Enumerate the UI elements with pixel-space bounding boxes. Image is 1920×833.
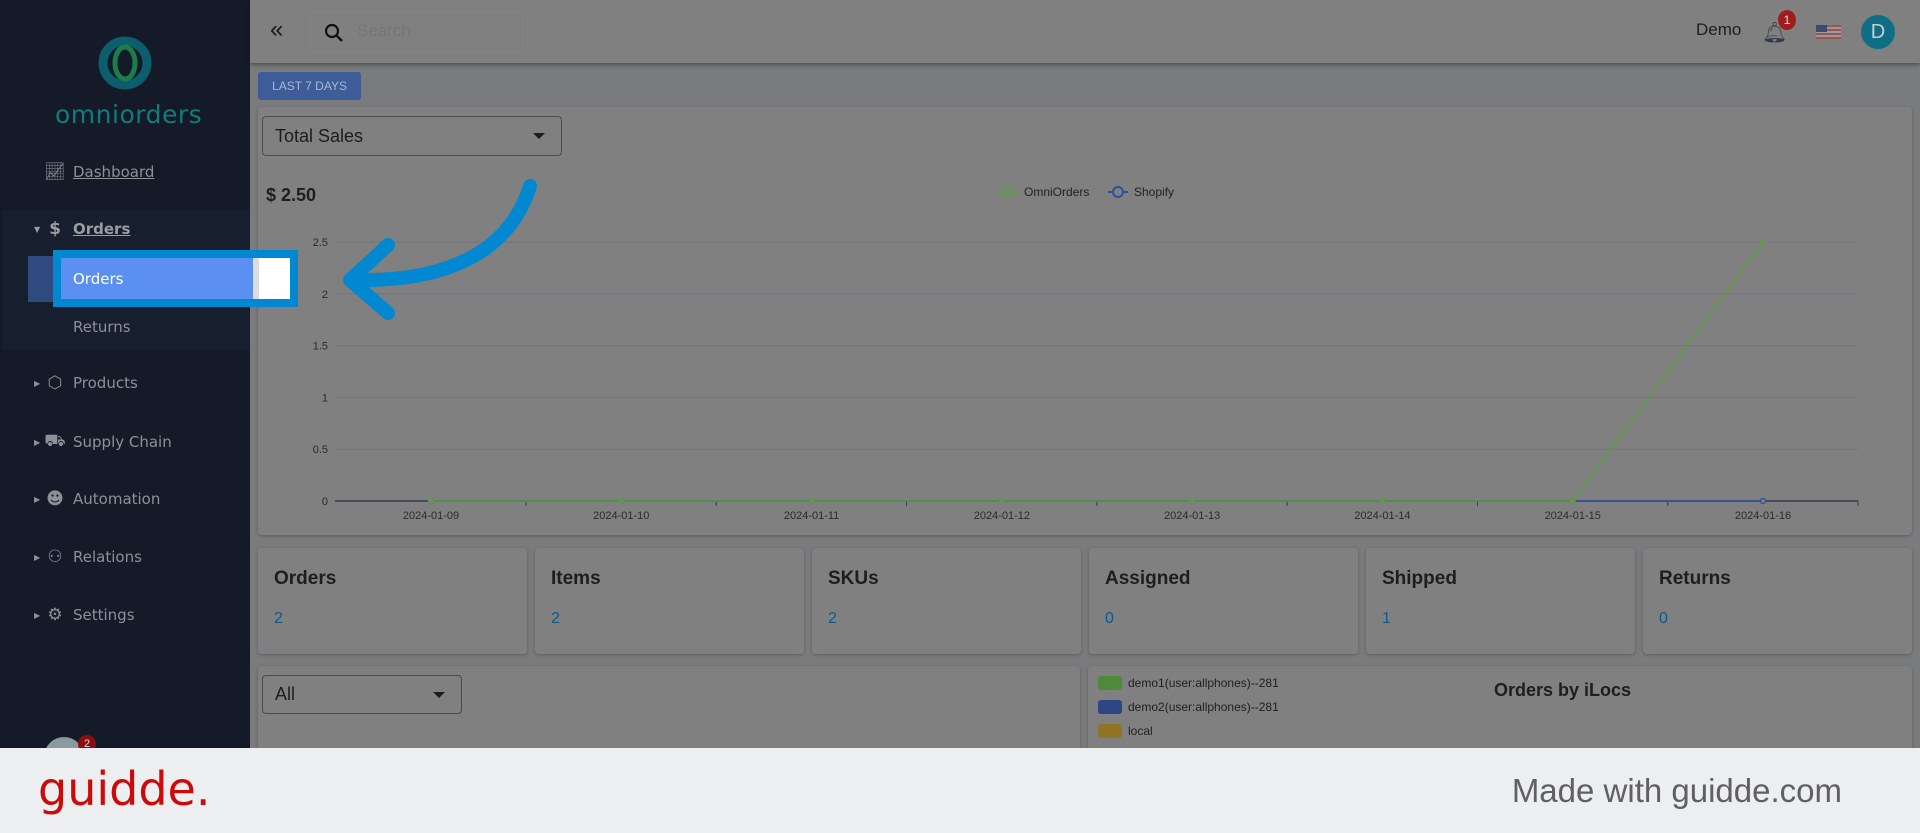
pointer-arrow — [343, 179, 537, 320]
